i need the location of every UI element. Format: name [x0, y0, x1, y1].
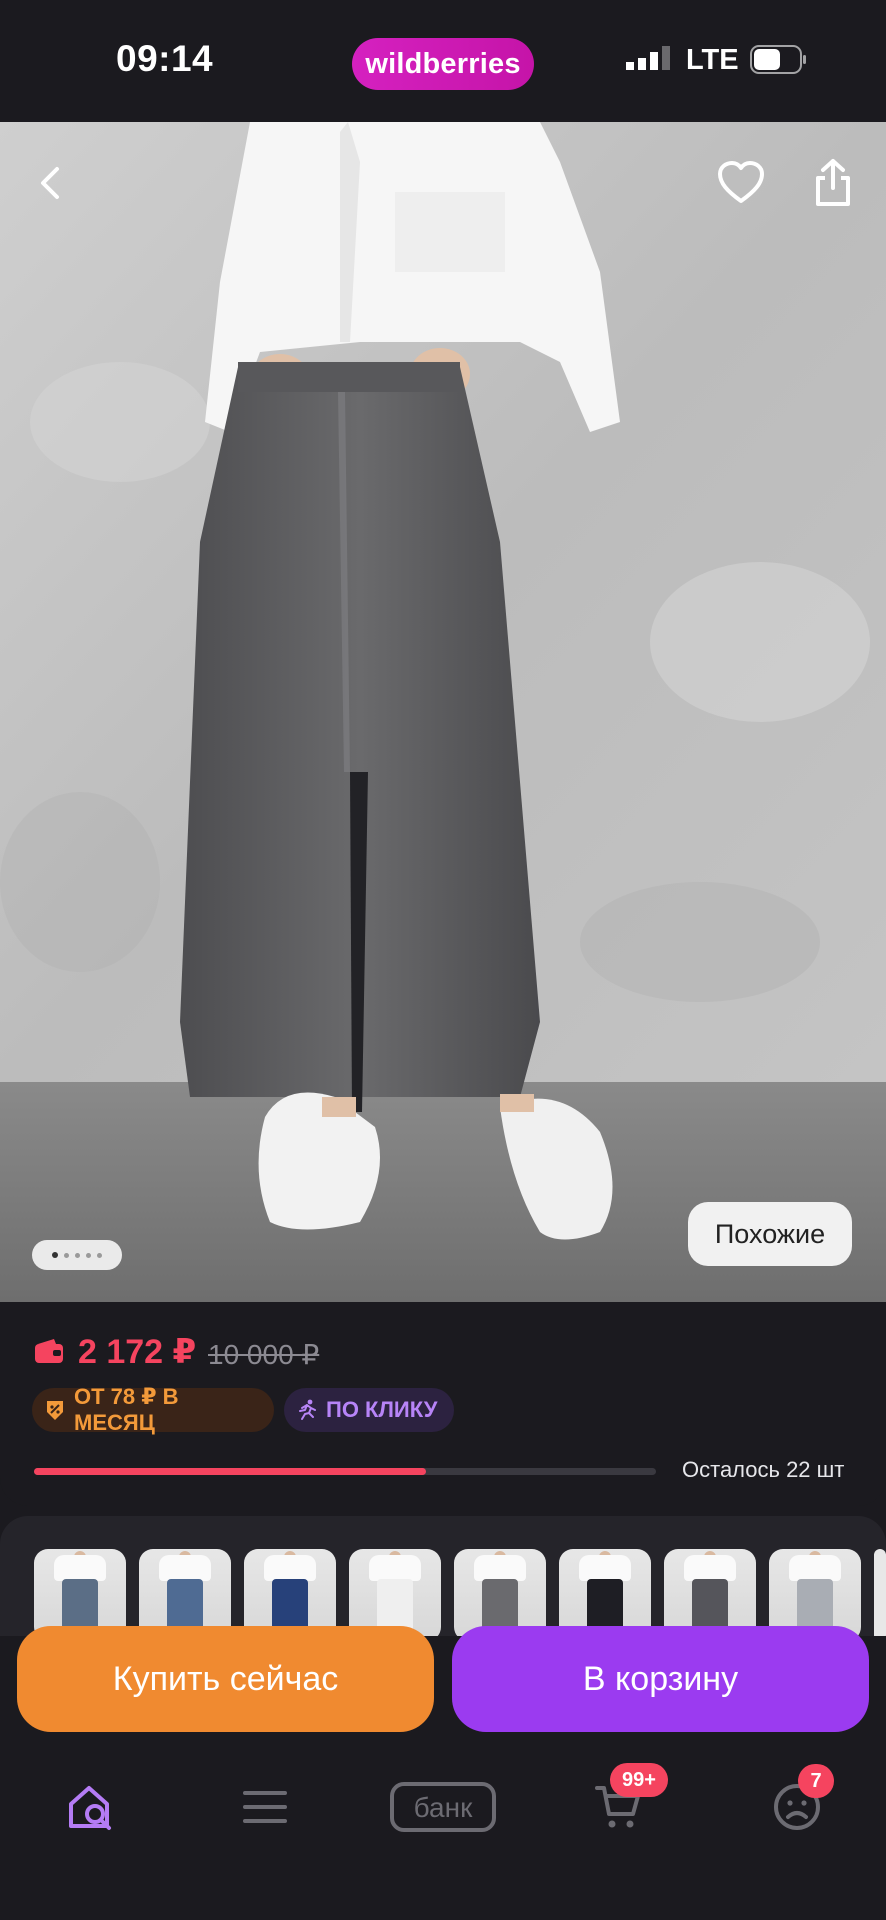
share-button[interactable]: [798, 148, 868, 218]
status-bar: 09:14 wildberries LTE: [0, 0, 886, 122]
thumb-blue-jeans[interactable]: [34, 1549, 126, 1636]
thumb-shirt: [684, 1555, 736, 1581]
one-click-badge[interactable]: ПО КЛИКУ: [284, 1388, 454, 1432]
pager-dot: [64, 1252, 69, 1258]
battery-icon: [750, 45, 806, 74]
thumb-shirt: [369, 1555, 421, 1581]
installment-badge[interactable]: ОТ 78 ₽ В МЕСЯЦ: [32, 1384, 274, 1435]
current-price: 2 172 ₽: [78, 1333, 197, 1371]
thumb-partial[interactable]: [874, 1549, 886, 1636]
favorite-button[interactable]: [706, 148, 776, 218]
tab-home[interactable]: [56, 1772, 126, 1842]
discount-shield-icon: [47, 1401, 63, 1420]
heart-icon: [718, 161, 764, 203]
status-time: 09:14: [116, 38, 214, 79]
thumb-shirt: [789, 1555, 841, 1581]
thumb-light-blue-skirt[interactable]: [139, 1549, 231, 1636]
color-variants: [0, 1516, 886, 1636]
stock-progress: [34, 1468, 656, 1475]
thumb-white-shirt[interactable]: [349, 1549, 441, 1636]
stock-remaining: Осталось 22 шт: [682, 1457, 845, 1482]
similar-button[interactable]: Похожие: [688, 1202, 852, 1266]
thumb-navy-button-skirt[interactable]: [244, 1549, 336, 1636]
thumb-light-grey-skirt[interactable]: [769, 1549, 861, 1636]
network-type: LTE: [686, 44, 739, 76]
product-photo: [0, 122, 886, 1302]
one-click-label: ПО КЛИКУ: [326, 1397, 438, 1422]
pager-dot: [52, 1252, 58, 1258]
thumb-grey-skirt[interactable]: [454, 1549, 546, 1636]
thumb-shirt: [264, 1555, 316, 1581]
home-search-icon: [69, 1786, 111, 1830]
price-panel: 2 172 ₽ 10 000 ₽ ОТ 78 ₽ В МЕСЯЦ ПО КЛИК…: [0, 1302, 886, 1506]
chevron-left-icon: [41, 167, 59, 199]
menu-icon: [243, 1791, 287, 1823]
thumb-shirt: [579, 1555, 631, 1581]
thumb-black-skirt[interactable]: [559, 1549, 651, 1636]
cart-count-badge: 99+: [610, 1763, 668, 1797]
signal-icon: [626, 46, 670, 70]
pager-dot: [75, 1252, 80, 1258]
pager-dot: [97, 1252, 102, 1258]
thumb-shirt: [54, 1555, 106, 1581]
image-pager[interactable]: [32, 1240, 122, 1270]
buy-now-button[interactable]: Купить сейчас: [17, 1626, 434, 1732]
running-man-icon: [299, 1399, 316, 1420]
product-image-gallery[interactable]: Похожие: [0, 122, 886, 1302]
tab-bank[interactable]: банк: [386, 1772, 500, 1842]
profile-count-badge: 7: [798, 1764, 834, 1798]
share-icon: [816, 159, 850, 206]
installment-label: ОТ 78 ₽ В МЕСЯЦ: [74, 1384, 179, 1435]
old-price: 10 000 ₽: [208, 1339, 320, 1370]
wallet-icon: [35, 1339, 63, 1363]
back-button[interactable]: [16, 148, 86, 218]
thumb-grey-button-skirt[interactable]: [664, 1549, 756, 1636]
thumb-shirt: [474, 1555, 526, 1581]
thumb-shirt: [159, 1555, 211, 1581]
bottom-tab-bar: банк: [0, 1742, 886, 1920]
pager-dot: [86, 1252, 91, 1258]
tab-catalog[interactable]: [230, 1772, 300, 1842]
bank-icon: банк: [390, 1782, 496, 1832]
stock-progress-fill: [34, 1468, 426, 1475]
brand-logo: wildberries: [352, 38, 534, 90]
svg-text:банк: банк: [414, 1792, 473, 1823]
add-to-cart-button[interactable]: В корзину: [452, 1626, 869, 1732]
